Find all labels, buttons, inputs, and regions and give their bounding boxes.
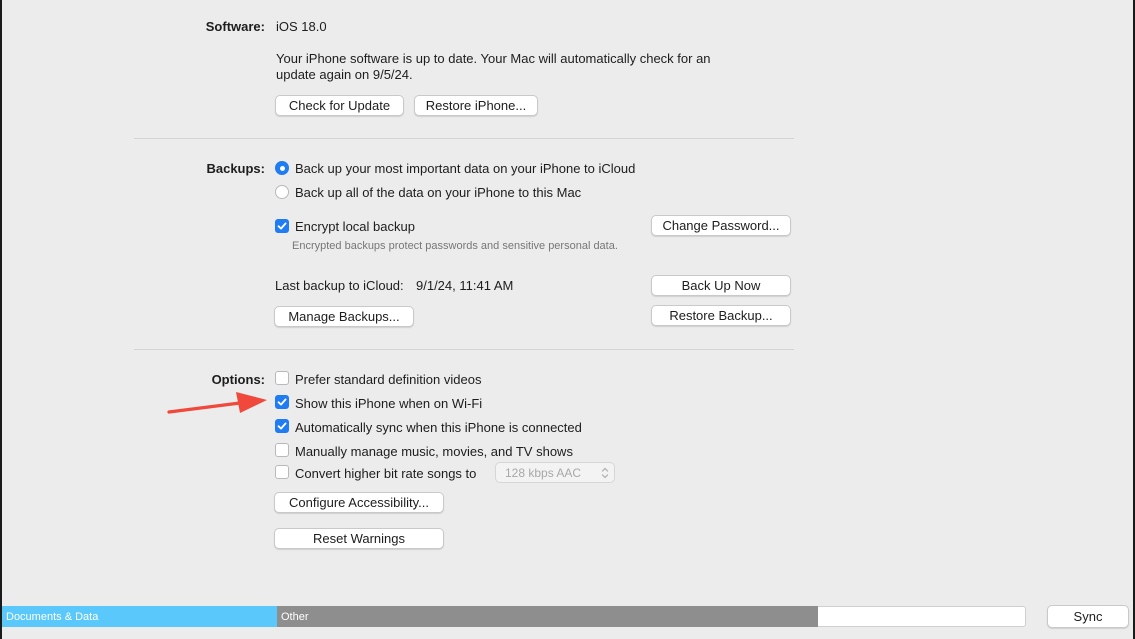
reset-warnings-button[interactable]: Reset Warnings [274, 528, 444, 549]
software-version: iOS 18.0 [276, 19, 327, 34]
last-backup-value: 9/1/24, 11:41 AM [416, 278, 514, 293]
storage-segment-other: Other [277, 606, 818, 627]
auto-sync-label[interactable]: Automatically sync when this iPhone is c… [295, 420, 582, 435]
radio-backup-mac-label[interactable]: Back up all of the data on your iPhone t… [295, 185, 581, 200]
bitrate-select[interactable]: 128 kbps AAC [495, 462, 615, 483]
storage-bar: Documents & Data Other [2, 606, 1026, 627]
radio-backup-icloud-label[interactable]: Back up your most important data on your… [295, 161, 635, 176]
back-up-now-button[interactable]: Back Up Now [651, 275, 791, 296]
software-status-line-2: update again on 9/5/24. [276, 67, 413, 82]
show-on-wifi-checkbox[interactable] [275, 395, 289, 409]
checkmark-icon [277, 398, 287, 406]
encrypt-backup-hint: Encrypted backups protect passwords and … [292, 240, 618, 252]
convert-bitrate-checkbox[interactable] [275, 465, 289, 479]
last-backup-label: Last backup to iCloud: [275, 278, 404, 293]
convert-bitrate-label[interactable]: Convert higher bit rate songs to [295, 466, 476, 481]
manage-backups-button[interactable]: Manage Backups... [274, 306, 414, 327]
check-for-update-button[interactable]: Check for Update [275, 95, 404, 116]
auto-sync-checkbox[interactable] [275, 419, 289, 433]
annotation-arrow-icon [167, 392, 267, 414]
software-status-line-1: Your iPhone software is up to date. Your… [276, 51, 711, 66]
radio-backup-mac[interactable] [275, 185, 289, 199]
prefer-sd-videos-checkbox[interactable] [275, 371, 289, 385]
storage-segment-free [818, 606, 1026, 627]
encrypt-backup-label[interactable]: Encrypt local backup [295, 219, 415, 234]
show-on-wifi-label[interactable]: Show this iPhone when on Wi-Fi [295, 396, 482, 411]
checkmark-icon [277, 222, 287, 230]
options-section-label: Options: [211, 372, 265, 387]
storage-documents-label: Documents & Data [6, 610, 99, 623]
storage-segment-documents: Documents & Data [2, 606, 277, 627]
manually-manage-label[interactable]: Manually manage music, movies, and TV sh… [295, 444, 573, 459]
divider-backups-options [134, 349, 794, 350]
window-frame [0, 0, 1135, 639]
configure-accessibility-button[interactable]: Configure Accessibility... [274, 492, 444, 513]
restore-backup-button[interactable]: Restore Backup... [651, 305, 791, 326]
prefer-sd-videos-label[interactable]: Prefer standard definition videos [295, 372, 481, 387]
sync-button[interactable]: Sync [1047, 605, 1129, 628]
backups-section-label: Backups: [206, 161, 265, 176]
encrypt-backup-checkbox[interactable] [275, 219, 289, 233]
software-section-label: Software: [205, 19, 265, 34]
manually-manage-checkbox[interactable] [275, 443, 289, 457]
radio-backup-icloud[interactable] [275, 161, 289, 175]
divider-software-backups [134, 138, 794, 139]
checkmark-icon [277, 422, 287, 430]
change-password-button[interactable]: Change Password... [651, 215, 791, 236]
bitrate-select-value: 128 kbps AAC [505, 465, 582, 480]
storage-other-label: Other [281, 610, 309, 623]
restore-iphone-button[interactable]: Restore iPhone... [414, 95, 538, 116]
up-down-chevron-icon [601, 467, 609, 479]
